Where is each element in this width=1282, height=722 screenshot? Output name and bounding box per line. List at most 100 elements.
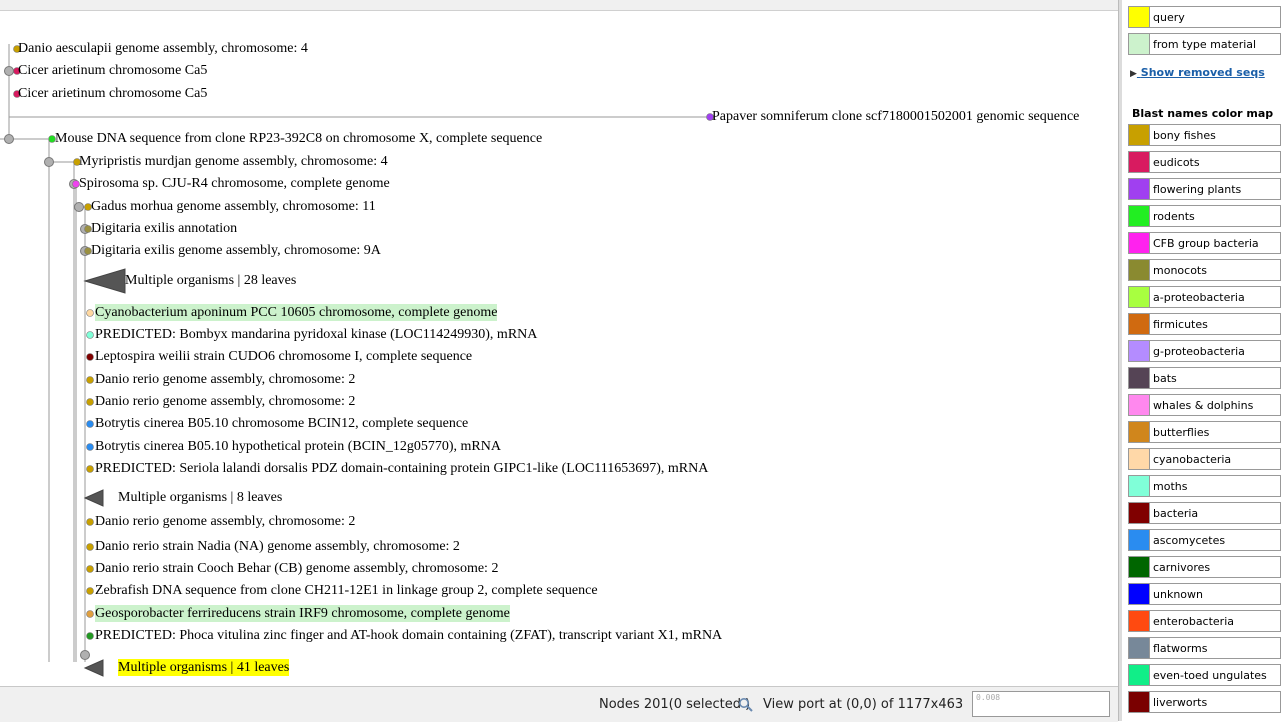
legend-row: bony fishes	[1128, 124, 1281, 146]
leaf-label[interactable]: PREDICTED: Seriola lalandi dorsalis PDZ …	[95, 460, 708, 477]
leaf-node[interactable]	[86, 565, 94, 573]
legend-label: enterobacteria	[1153, 614, 1235, 628]
collapsed-subtree-triangle[interactable]	[83, 659, 104, 677]
collapsed-subtree-triangle[interactable]	[83, 489, 104, 507]
legend-label: bats	[1153, 371, 1177, 385]
leaf-label[interactable]: Cyanobacterium aponinum PCC 10605 chromo…	[95, 304, 498, 321]
leaf-node[interactable]	[86, 376, 94, 384]
legend-label-query: query	[1153, 10, 1185, 24]
internal-node[interactable]	[74, 202, 84, 212]
legend-swatch	[1129, 368, 1150, 388]
show-removed-seqs-link[interactable]: ▶ Show removed seqs	[1130, 66, 1265, 79]
legend-row-type-material: from type material	[1128, 33, 1281, 55]
leaf-node[interactable]	[86, 398, 94, 406]
tree-view-panel[interactable]: Danio aesculapii genome assembly, chromo…	[0, 0, 1118, 686]
leaf-label[interactable]: PREDICTED: Bombyx mandarina pyridoxal ki…	[95, 326, 537, 343]
legend-row: CFB group bacteria	[1128, 232, 1281, 254]
node-count-status: Nodes 201(0 selected )	[599, 697, 751, 712]
internal-node[interactable]	[4, 134, 14, 144]
legend-label: butterflies	[1153, 425, 1210, 439]
legend-row: whales & dolphins	[1128, 394, 1281, 416]
legend-swatch	[1129, 692, 1150, 712]
leaf-label[interactable]: Danio rerio strain Cooch Behar (CB) geno…	[95, 560, 498, 577]
leaf-label[interactable]: Botrytis cinerea B05.10 chromosome BCIN1…	[95, 415, 468, 432]
legend-label-type-material: from type material	[1153, 37, 1257, 51]
leaf-label[interactable]: Danio rerio genome assembly, chromosome:…	[95, 371, 355, 388]
leaf-node[interactable]	[86, 420, 94, 428]
leaf-node[interactable]	[86, 309, 94, 317]
legend-label: CFB group bacteria	[1153, 236, 1259, 250]
leaf-label[interactable]: Digitaria exilis annotation	[91, 220, 237, 237]
legend-swatch	[1129, 395, 1150, 415]
legend-swatch	[1129, 449, 1150, 469]
legend-row: cyanobacteria	[1128, 448, 1281, 470]
legend-swatch	[1129, 314, 1150, 334]
zoom-level-field[interactable]: 0.008	[972, 691, 1110, 717]
leaf-label[interactable]: Spirosoma sp. CJU-R4 chromosome, complet…	[79, 175, 390, 192]
leaf-label[interactable]: Myripristis murdjan genome assembly, chr…	[79, 153, 388, 170]
legend-swatch	[1129, 287, 1150, 307]
legend-label: liverworts	[1153, 695, 1208, 709]
legend-row: bacteria	[1128, 502, 1281, 524]
legend-row: g-proteobacteria	[1128, 340, 1281, 362]
legend-swatch	[1129, 206, 1150, 226]
legend-swatch	[1129, 503, 1150, 523]
legend-label: g-proteobacteria	[1153, 344, 1245, 358]
leaf-node[interactable]	[86, 443, 94, 451]
legend-row: flowering plants	[1128, 178, 1281, 200]
legend-row: a-proteobacteria	[1128, 286, 1281, 308]
legend-label: a-proteobacteria	[1153, 290, 1245, 304]
legend-swatch	[1129, 638, 1150, 658]
legend-row: unknown	[1128, 583, 1281, 605]
leaf-label[interactable]: Botrytis cinerea B05.10 hypothetical pro…	[95, 438, 501, 455]
leaf-label[interactable]: Danio rerio genome assembly, chromosome:…	[95, 393, 355, 410]
collapsed-group-label[interactable]: Multiple organisms | 41 leaves	[118, 659, 290, 676]
leaf-label[interactable]: Mouse DNA sequence from clone RP23-392C8…	[55, 130, 542, 147]
internal-node[interactable]	[44, 157, 54, 167]
leaf-label[interactable]: Cicer arietinum chromosome Ca5	[18, 85, 207, 102]
legend-label: bacteria	[1153, 506, 1199, 520]
leaf-label[interactable]: Danio rerio genome assembly, chromosome:…	[95, 513, 355, 530]
legend-row: bats	[1128, 367, 1281, 389]
leaf-label[interactable]: Gadus morhua genome assembly, chromosome…	[91, 198, 376, 215]
legend-swatch	[1129, 125, 1150, 145]
leaf-node[interactable]	[86, 518, 94, 526]
leaf-node[interactable]	[86, 587, 94, 595]
legend-label: flatworms	[1153, 641, 1208, 655]
legend-swatch	[1129, 233, 1150, 253]
leaf-node[interactable]	[86, 465, 94, 473]
leaf-label[interactable]: Digitaria exilis genome assembly, chromo…	[91, 242, 381, 259]
leaf-node[interactable]	[86, 632, 94, 640]
collapsed-group-label[interactable]: Multiple organisms | 8 leaves	[118, 489, 282, 506]
internal-node[interactable]	[4, 66, 14, 76]
legend-row: moths	[1128, 475, 1281, 497]
legend-label: flowering plants	[1153, 182, 1242, 196]
legend-swatch	[1129, 152, 1150, 172]
leaf-label[interactable]: Geosporobacter ferrireducens strain IRF9…	[95, 605, 510, 622]
internal-node[interactable]	[80, 650, 90, 660]
triangle-right-icon: ▶	[1130, 69, 1137, 79]
collapsed-group-label[interactable]: Multiple organisms | 28 leaves	[125, 272, 296, 289]
leaf-node[interactable]	[86, 353, 94, 361]
legend-swatch	[1129, 422, 1150, 442]
leaf-label[interactable]: Danio rerio strain Nadia (NA) genome ass…	[95, 538, 460, 555]
zoom-magnifier-icon[interactable]	[738, 697, 754, 717]
leaf-label[interactable]: Leptospira weilii strain CUDO6 chromosom…	[95, 348, 472, 365]
leaf-label[interactable]: Papaver somniferum clone scf718000150200…	[712, 108, 1079, 125]
leaf-node[interactable]	[86, 610, 94, 618]
leaf-label[interactable]: Danio aesculapii genome assembly, chromo…	[18, 40, 308, 57]
legend-row: butterflies	[1128, 421, 1281, 443]
legend-swatch	[1129, 665, 1150, 685]
legend-row: ascomycetes	[1128, 529, 1281, 551]
leaf-label[interactable]: PREDICTED: Phoca vitulina zinc finger an…	[95, 627, 722, 644]
leaf-label[interactable]: Cicer arietinum chromosome Ca5	[18, 62, 207, 79]
type-material-swatch	[1129, 34, 1150, 54]
leaf-label[interactable]: Zebrafish DNA sequence from clone CH211-…	[95, 582, 598, 599]
leaf-node[interactable]	[86, 331, 94, 339]
leaf-node[interactable]	[86, 543, 94, 551]
legend-panel: query from type material ▶ Show removed …	[1122, 0, 1282, 721]
collapsed-subtree-triangle[interactable]	[83, 268, 126, 294]
legend-row: flatworms	[1128, 637, 1281, 659]
viewport-status: View port at (0,0) of 1177x463	[763, 697, 964, 712]
legend-swatch	[1129, 611, 1150, 631]
